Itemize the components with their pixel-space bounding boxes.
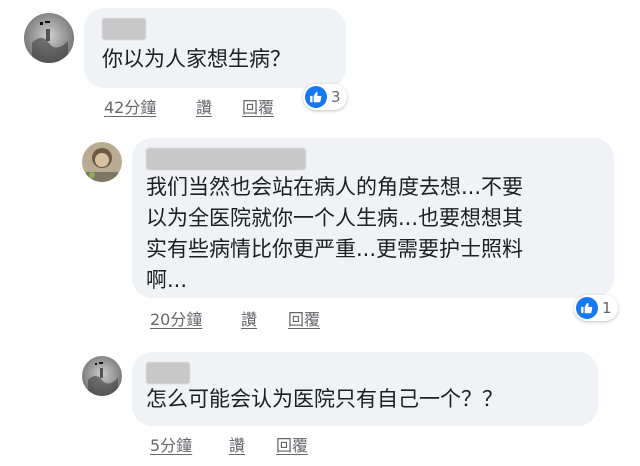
avatar[interactable] [82,142,122,182]
comment-actions: 20分鐘 讚 回覆 [0,306,640,329]
author-name-blurred[interactable] [102,18,146,40]
author-name-blurred[interactable] [146,148,306,170]
comment-bubble: 你以为人家想生病？ [84,8,346,88]
timestamp-link[interactable]: 20分鐘 [150,306,202,330]
comment-bubble: 我们当然也会站在病人的角度去想...不要 以为全医院就你一个人生病...也要想想… [132,138,614,298]
reply-button[interactable]: 回覆 [288,306,320,330]
like-button[interactable]: 讚 [241,306,257,330]
like-button[interactable]: 讚 [196,94,212,118]
comment-text: 怎么可能会认为医院只有自己一个？？ [146,387,503,411]
comment-text: 我们当然也会站在病人的角度去想...不要 以为全医院就你一个人生病...也要想想… [146,175,524,292]
comment-bubble: 怎么可能会认为医院只有自己一个？？ [132,352,598,426]
comment-actions: 42分鐘 讚 回覆 [0,94,640,117]
like-button[interactable]: 讚 [229,432,245,456]
comment-actions: 5分鐘 讚 回覆 [0,432,640,455]
avatar[interactable] [82,356,122,396]
timestamp-link[interactable]: 5分鐘 [150,432,192,456]
reply-button[interactable]: 回覆 [276,432,308,456]
timestamp-link[interactable]: 42分鐘 [104,94,156,118]
author-name-blurred[interactable] [146,362,190,384]
avatar[interactable] [24,13,74,63]
comment-text: 你以为人家想生病？ [102,47,291,71]
reply-button[interactable]: 回覆 [242,94,274,118]
